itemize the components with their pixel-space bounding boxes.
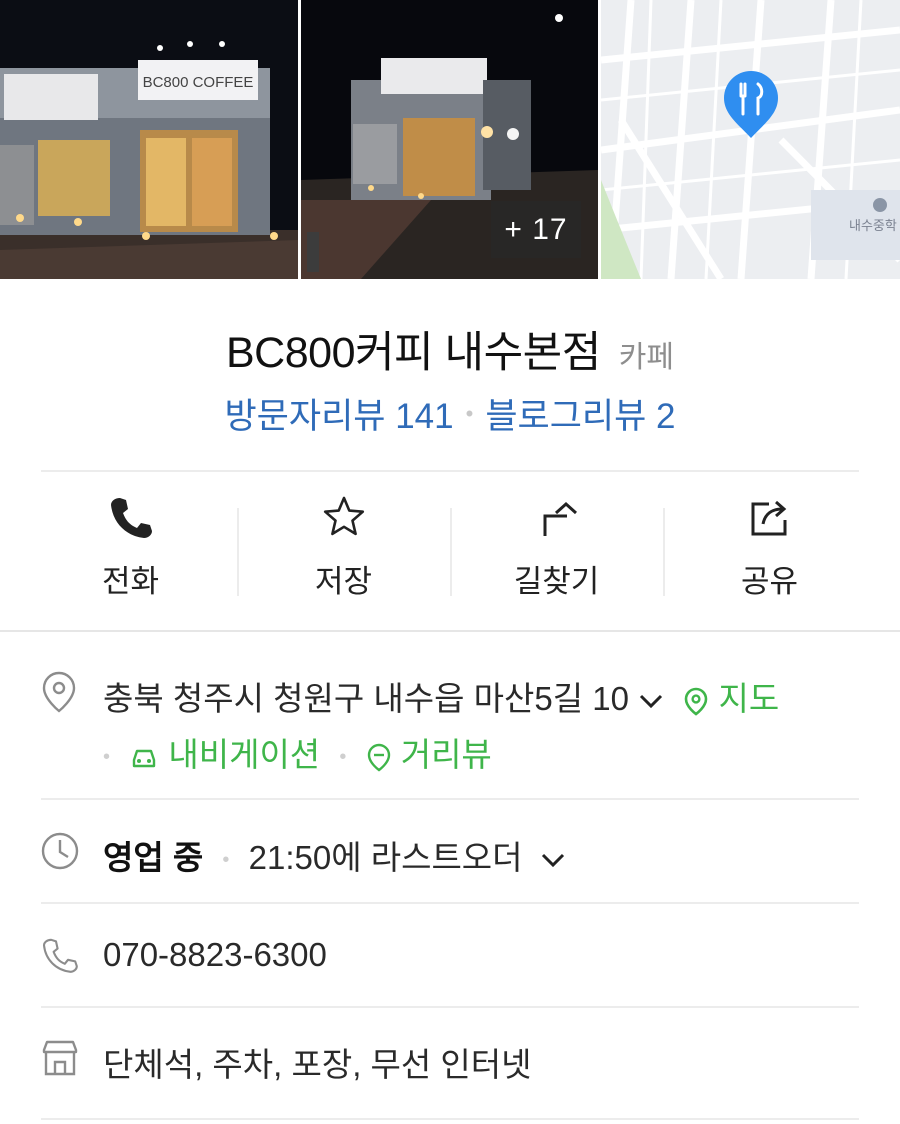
address-links: • 내비게이션 • 거리뷰 <box>103 728 492 776</box>
separator-dot: • <box>339 745 347 768</box>
phone-icon <box>110 498 152 538</box>
directions-label: 길찾기 <box>513 564 600 599</box>
place-name: BC800커피 내수본점 <box>226 329 601 377</box>
save-label: 저장 <box>314 564 373 599</box>
place-category: 카페 <box>618 341 674 374</box>
map-thumbnail[interactable]: 내수중학 <box>601 0 900 279</box>
directions-icon <box>543 501 577 536</box>
divider <box>41 470 859 472</box>
last-order-text: 21:50에 라스트오더 <box>248 839 523 876</box>
address-row: 충북 청주시 청원구 내수읍 마산5길 10 지도 <box>103 672 779 720</box>
map-marker-icon <box>684 687 708 716</box>
map-link[interactable]: 지도 <box>718 680 779 717</box>
location-pin-icon <box>42 671 76 713</box>
separator-dot: • <box>465 400 474 426</box>
amenities-row: 단체석, 주차, 포장, 무선 인터넷 <box>103 1038 532 1086</box>
street-view-link[interactable]: 거리뷰 <box>401 736 492 773</box>
store-icon <box>42 1040 78 1076</box>
separator-dot: • <box>222 848 230 871</box>
clock-icon <box>41 832 79 870</box>
divider <box>41 1118 859 1120</box>
amenities-text: 단체석, 주차, 포장, 무선 인터넷 <box>103 1046 532 1083</box>
divider <box>41 1006 859 1008</box>
action-bar: 전화 저장 길찾기 공유 <box>24 492 876 604</box>
share-icon <box>751 500 786 536</box>
section-divider <box>0 630 900 632</box>
car-icon <box>132 750 156 768</box>
chevron-down-icon[interactable] <box>538 850 568 870</box>
star-icon <box>323 496 364 536</box>
address-text: 충북 청주시 청원구 내수읍 마산5길 10 <box>103 680 629 717</box>
share-label: 공유 <box>740 564 799 599</box>
hours-row[interactable]: 영업 중 • 21:50에 라스트오더 <box>103 831 568 879</box>
more-photos-badge[interactable]: + 17 <box>491 201 581 258</box>
phone-outline-icon <box>42 938 78 973</box>
blog-review-link[interactable]: 블로그리뷰 2 <box>485 388 675 439</box>
save-button[interactable]: 저장 <box>237 492 450 604</box>
divider <box>41 902 859 904</box>
review-links: 방문자리뷰 141 • 블로그리뷰 2 <box>0 388 900 439</box>
street-view-icon <box>367 744 390 772</box>
chevron-down-icon[interactable] <box>638 691 664 711</box>
call-label: 전화 <box>101 564 160 599</box>
divider <box>41 798 859 800</box>
cafe-photo-1[interactable]: BC800 COFFEE <box>0 0 298 279</box>
open-status: 영업 중 <box>103 839 204 876</box>
map-place-label: 내수중학 <box>849 218 897 233</box>
photo-strip: BC800 COFFEE + 17 내수중학 <box>0 0 900 279</box>
place-header: BC800커피 내수본점 카페 <box>0 318 900 380</box>
more-photos-count: + 17 <box>504 212 568 246</box>
phone-row[interactable]: 070-8823-6300 <box>103 936 327 974</box>
call-button[interactable]: 전화 <box>24 492 237 604</box>
separator-dot: • <box>103 745 111 768</box>
cafe-sign-text: BC800 COFFEE <box>143 74 254 91</box>
phone-number[interactable]: 070-8823-6300 <box>103 936 327 973</box>
navigation-link[interactable]: 내비게이션 <box>168 736 320 773</box>
share-button[interactable]: 공유 <box>663 492 876 604</box>
visitor-review-link[interactable]: 방문자리뷰 141 <box>224 388 453 439</box>
directions-button[interactable]: 길찾기 <box>450 492 663 604</box>
